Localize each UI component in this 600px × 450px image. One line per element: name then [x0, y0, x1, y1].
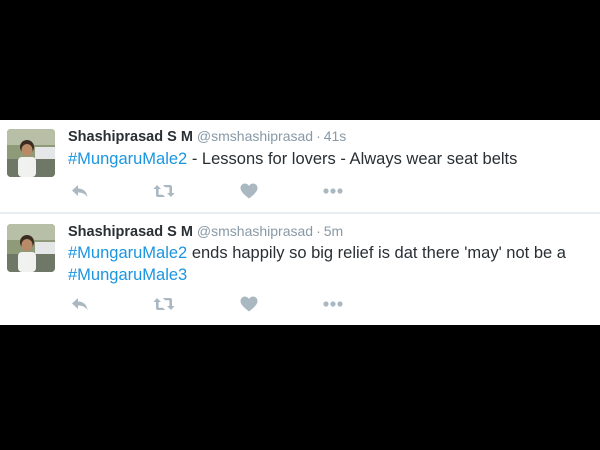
- separator: ·: [316, 128, 321, 144]
- tweet[interactable]: Shashiprasad S M @smshashiprasad · 5m #Mung…: [0, 214, 600, 325]
- retweet-button[interactable]: [152, 294, 176, 314]
- hashtag-link[interactable]: #MungaruMale2: [68, 150, 187, 168]
- display-name[interactable]: Shashiprasad S M: [68, 129, 193, 145]
- hashtag-link[interactable]: #MungaruMale3: [68, 266, 187, 284]
- tweet[interactable]: Shashiprasad S M @smshashiprasad · 41s #Mun…: [0, 120, 600, 214]
- avatar[interactable]: [7, 129, 55, 177]
- tweet-text: #MungaruMale2 ends happily so big relief…: [68, 242, 596, 286]
- reply-button[interactable]: [68, 294, 92, 314]
- display-name[interactable]: Shashiprasad S M: [68, 224, 193, 240]
- like-icon: [240, 296, 258, 312]
- separator: ·: [316, 223, 321, 239]
- more-button[interactable]: [321, 181, 345, 201]
- reply-icon: [72, 185, 88, 197]
- handle[interactable]: @smshashiprasad: [197, 223, 313, 239]
- like-button[interactable]: [237, 181, 261, 201]
- tweet-text: #MungaruMale2 - Lessons for lovers - Alw…: [68, 148, 596, 170]
- more-button[interactable]: [321, 294, 345, 314]
- timeline-panel: Shashiprasad S M @smshashiprasad · 41s #Mun…: [0, 120, 600, 325]
- timestamp[interactable]: 41s: [324, 128, 347, 144]
- avatar[interactable]: [7, 224, 55, 272]
- tweet-header: Shashiprasad S M @smshashiprasad · 41s: [68, 127, 346, 146]
- reply-icon: [72, 298, 88, 310]
- reply-button[interactable]: [68, 181, 92, 201]
- more-icon: [323, 188, 343, 194]
- retweet-button[interactable]: [152, 181, 176, 201]
- handle[interactable]: @smshashiprasad: [197, 128, 313, 144]
- tweet-header: Shashiprasad S M @smshashiprasad · 5m: [68, 222, 343, 241]
- timestamp[interactable]: 5m: [324, 223, 343, 239]
- tweet-actions: [68, 294, 368, 314]
- more-icon: [323, 301, 343, 307]
- retweet-icon: [153, 185, 175, 197]
- tweet-body-text: - Lessons for lovers - Always wear seat …: [187, 150, 518, 168]
- tweet-body-text: ends happily so big relief is dat there …: [187, 244, 566, 262]
- like-icon: [240, 183, 258, 199]
- tweet-actions: [68, 181, 368, 201]
- retweet-icon: [153, 298, 175, 310]
- hashtag-link[interactable]: #MungaruMale2: [68, 244, 187, 262]
- like-button[interactable]: [237, 294, 261, 314]
